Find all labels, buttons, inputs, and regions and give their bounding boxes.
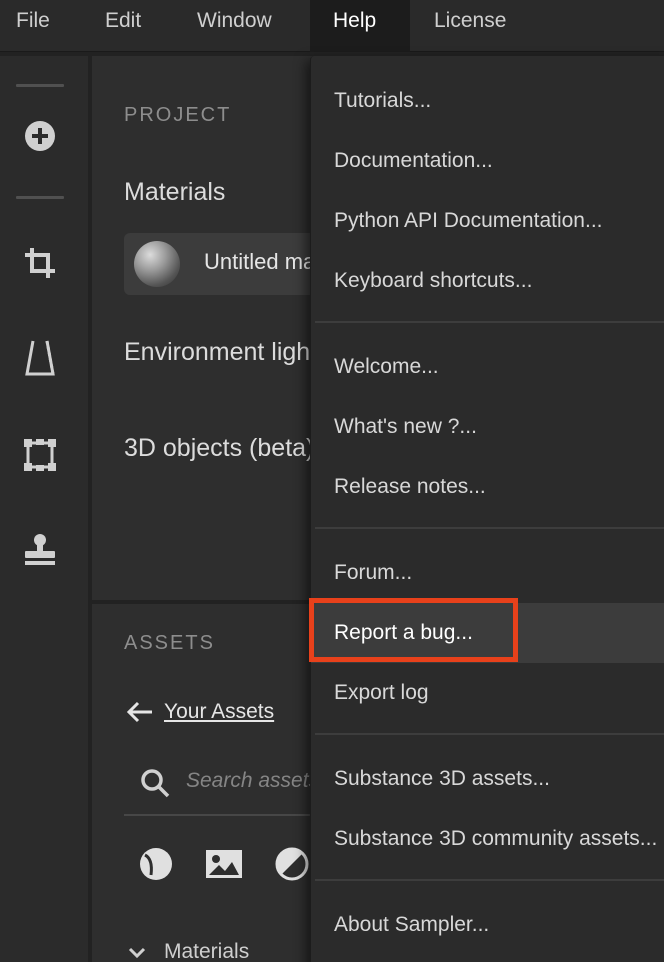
materials-tree-item[interactable]: Materials bbox=[128, 940, 249, 962]
menu-item-forum[interactable]: Forum... bbox=[311, 543, 664, 603]
your-assets-link[interactable]: Your Assets bbox=[164, 700, 274, 724]
menu-divider bbox=[315, 321, 664, 323]
project-section-title: PROJECT bbox=[124, 104, 232, 126]
menu-item-documentation[interactable]: Documentation... bbox=[311, 131, 664, 191]
menu-edit[interactable]: Edit bbox=[88, 0, 170, 52]
highlight-box bbox=[309, 598, 518, 662]
menu-item-keyboard-shortcuts[interactable]: Keyboard shortcuts... bbox=[311, 251, 664, 311]
material-filter-icon[interactable] bbox=[136, 844, 176, 884]
image-filter-icon[interactable] bbox=[204, 844, 244, 884]
material-thumbnail bbox=[134, 241, 180, 287]
back-arrow-icon[interactable] bbox=[126, 700, 154, 729]
3d-objects-label[interactable]: 3D objects (beta) bbox=[124, 434, 314, 463]
menu-divider bbox=[315, 527, 664, 529]
left-toolbar bbox=[0, 56, 88, 962]
help-dropdown-menu: Tutorials... Documentation... Python API… bbox=[310, 56, 664, 962]
menu-file[interactable]: File bbox=[0, 0, 66, 52]
perspective-icon[interactable] bbox=[16, 334, 64, 382]
stamp-icon[interactable] bbox=[16, 526, 64, 574]
menu-item-export-log[interactable]: Export log bbox=[311, 663, 664, 723]
materials-label[interactable]: Materials bbox=[124, 178, 225, 207]
chevron-down-icon bbox=[128, 942, 146, 962]
search-icon bbox=[140, 768, 170, 803]
menu-bar: File Edit Window Help License bbox=[0, 0, 664, 52]
menu-item-tutorials[interactable]: Tutorials... bbox=[311, 71, 664, 131]
menu-divider bbox=[315, 733, 664, 735]
menu-item-release-notes[interactable]: Release notes... bbox=[311, 457, 664, 517]
menu-item-python-api-documentation[interactable]: Python API Documentation... bbox=[311, 191, 664, 251]
crop-icon[interactable] bbox=[16, 239, 64, 287]
materials-tree-label: Materials bbox=[164, 940, 250, 962]
menu-help[interactable]: Help bbox=[310, 0, 410, 52]
menu-window[interactable]: Window bbox=[180, 0, 300, 52]
menu-item-about-sampler[interactable]: About Sampler... bbox=[311, 895, 664, 955]
environment-light-label[interactable]: Environment light bbox=[124, 338, 317, 367]
menu-item-whats-new[interactable]: What's new ?... bbox=[311, 397, 664, 457]
menu-license[interactable]: License bbox=[420, 0, 530, 52]
toolbar-divider bbox=[16, 196, 64, 199]
menu-item-welcome[interactable]: Welcome... bbox=[311, 337, 664, 397]
menu-item-substance-3d-community-assets[interactable]: Substance 3D community assets... bbox=[311, 809, 664, 869]
menu-item-substance-3d-assets[interactable]: Substance 3D assets... bbox=[311, 749, 664, 809]
toolbar-divider bbox=[16, 84, 64, 87]
transform-icon[interactable] bbox=[16, 431, 64, 479]
menu-divider bbox=[315, 879, 664, 881]
assets-section-title: ASSETS bbox=[124, 632, 215, 654]
contrast-filter-icon[interactable] bbox=[272, 844, 312, 884]
add-icon[interactable] bbox=[16, 112, 64, 160]
